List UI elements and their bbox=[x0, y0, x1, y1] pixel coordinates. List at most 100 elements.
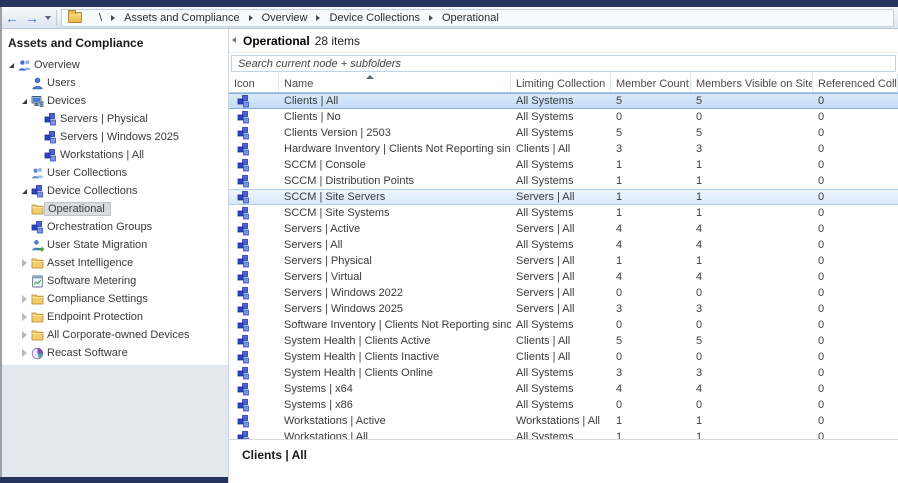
table-row[interactable]: SCCM | Distribution PointsAll Systems110 bbox=[229, 173, 898, 189]
sidebar-item-operational[interactable]: Operational bbox=[2, 200, 228, 218]
table-row[interactable]: Systems | x64All Systems440 bbox=[229, 381, 898, 397]
table-row[interactable]: SCCM | Site SystemsAll Systems110 bbox=[229, 205, 898, 221]
tree-expanded-icon[interactable] bbox=[22, 189, 27, 194]
sidebar-item-compliance-settings[interactable]: Compliance Settings bbox=[2, 290, 228, 308]
sidebar-item-software-metering[interactable]: Software Metering bbox=[2, 272, 228, 290]
sidebar-item-device-collections[interactable]: Device Collections bbox=[2, 182, 228, 200]
folder-icon bbox=[31, 293, 44, 306]
sidebar-item-endpoint-protection[interactable]: Endpoint Protection bbox=[2, 308, 228, 326]
sidebar-item-servers-windows-2025[interactable]: Servers | Windows 2025 bbox=[2, 128, 228, 146]
breadcrumb-items: \ Assets and Compliance OverviewDevice Col… bbox=[90, 12, 508, 24]
cell-referenced-collections: 0 bbox=[813, 335, 898, 347]
breadcrumb-item[interactable]: \ bbox=[90, 12, 111, 24]
tree-collapsed-icon[interactable] bbox=[22, 295, 27, 303]
sidebar-item-recast-software[interactable]: Recast Software bbox=[2, 344, 228, 362]
breadcrumb-item[interactable]: Operational bbox=[433, 12, 508, 24]
cell-limiting-collection: All Systems bbox=[511, 111, 611, 123]
table-row[interactable]: Servers | VirtualServers | All440 bbox=[229, 269, 898, 285]
table-row[interactable]: Software Inventory | Clients Not Reporti… bbox=[229, 317, 898, 333]
cell-name: System Health | Clients Online bbox=[279, 367, 511, 379]
cell-name: Systems | x86 bbox=[279, 399, 511, 411]
cell-name: SCCM | Console bbox=[279, 159, 511, 171]
collection-icon bbox=[237, 223, 250, 236]
table-row[interactable]: Servers | Windows 2025Servers | All330 bbox=[229, 301, 898, 317]
collapse-pane-icon[interactable] bbox=[232, 37, 236, 43]
navigation-tree: OverviewUsersDevicesServers | PhysicalSe… bbox=[2, 56, 228, 362]
column-header-member-count[interactable]: Member Count bbox=[611, 74, 691, 92]
node-title: Operational bbox=[243, 34, 310, 48]
table-row[interactable]: System Health | Clients ActiveClients | … bbox=[229, 333, 898, 349]
cell-referenced-collections: 0 bbox=[813, 127, 898, 139]
breadcrumb-item[interactable]: Device Collections bbox=[320, 12, 428, 24]
table-row[interactable]: Systems | x86All Systems000 bbox=[229, 397, 898, 413]
sidebar-item-asset-intelligence[interactable]: Asset Intelligence bbox=[2, 254, 228, 272]
table-row[interactable]: Clients | NoAll Systems000 bbox=[229, 109, 898, 125]
sidebar-item-overview[interactable]: Overview bbox=[2, 56, 228, 74]
cell-referenced-collections: 0 bbox=[813, 207, 898, 219]
sidebar-item-label: Operational bbox=[44, 202, 111, 216]
tree-collapsed-icon[interactable] bbox=[22, 259, 27, 267]
sidebar-item-all-corporate-owned-devices[interactable]: All Corporate-owned Devices bbox=[2, 326, 228, 344]
column-header-members-visible-on-site[interactable]: Members Visible on Site bbox=[691, 74, 813, 92]
tree-collapsed-icon[interactable] bbox=[22, 313, 27, 321]
user-collections-icon bbox=[31, 167, 44, 180]
tree-expanded-icon[interactable] bbox=[22, 99, 27, 104]
table-row[interactable]: Servers | PhysicalServers | All110 bbox=[229, 253, 898, 269]
forward-button[interactable]: → bbox=[22, 9, 42, 27]
column-header-name[interactable]: Name bbox=[279, 74, 511, 92]
row-icon-cell bbox=[229, 287, 279, 300]
cell-referenced-collections: 0 bbox=[813, 303, 898, 315]
history-dropdown-button[interactable] bbox=[42, 9, 54, 27]
cell-members-visible: 1 bbox=[691, 415, 813, 427]
column-header-limiting-collection[interactable]: Limiting Collection bbox=[511, 74, 611, 92]
collection-icon bbox=[237, 239, 250, 252]
collection-list: Clients | AllAll Systems550Clients | NoA… bbox=[229, 93, 898, 457]
cell-limiting-collection: All Systems bbox=[511, 159, 611, 171]
sidebar-item-label: Endpoint Protection bbox=[44, 310, 148, 324]
cell-referenced-collections: 0 bbox=[813, 159, 898, 171]
cell-members-visible: 1 bbox=[691, 159, 813, 171]
cell-members-visible: 5 bbox=[691, 95, 813, 107]
cell-name: Software Inventory | Clients Not Reporti… bbox=[279, 319, 511, 331]
table-row[interactable]: Workstations | ActiveWorkstations | All1… bbox=[229, 413, 898, 429]
column-header-referenced-collections[interactable]: Referenced Collections bbox=[813, 74, 898, 92]
cell-name: Servers | All bbox=[279, 239, 511, 251]
cell-members-visible: 4 bbox=[691, 239, 813, 251]
table-row[interactable]: Clients Version | 2503All Systems550 bbox=[229, 125, 898, 141]
devices-icon bbox=[31, 95, 44, 108]
cell-members-visible: 1 bbox=[691, 191, 813, 203]
table-row[interactable]: SCCM | ConsoleAll Systems110 bbox=[229, 157, 898, 173]
column-header-icon[interactable]: Icon bbox=[229, 74, 279, 92]
sidebar-item-users[interactable]: Users bbox=[2, 74, 228, 92]
table-row[interactable]: System Health | Clients OnlineAll System… bbox=[229, 365, 898, 381]
collection-icon bbox=[237, 111, 250, 124]
tree-expanded-icon[interactable] bbox=[9, 63, 14, 68]
table-row[interactable]: Hardware Inventory | Clients Not Reporti… bbox=[229, 141, 898, 157]
breadcrumb-item[interactable]: Assets and Compliance bbox=[115, 12, 249, 24]
table-row[interactable]: Clients | AllAll Systems550 bbox=[229, 93, 898, 109]
sidebar-item-user-collections[interactable]: User Collections bbox=[2, 164, 228, 182]
tree-collapsed-icon[interactable] bbox=[22, 349, 27, 357]
search-input[interactable] bbox=[231, 55, 896, 72]
breadcrumb-item[interactable]: Overview bbox=[253, 12, 317, 24]
workspace-title: Assets and Compliance bbox=[2, 29, 228, 56]
back-button[interactable]: ← bbox=[2, 9, 22, 27]
tree-collapsed-icon[interactable] bbox=[22, 331, 27, 339]
sidebar-item-servers-physical[interactable]: Servers | Physical bbox=[2, 110, 228, 128]
sidebar-item-user-state-migration[interactable]: User State Migration bbox=[2, 236, 228, 254]
table-row[interactable]: SCCM | Site ServersServers | All110 bbox=[229, 189, 898, 205]
cell-members-visible: 0 bbox=[691, 111, 813, 123]
collection-icon bbox=[237, 143, 250, 156]
sidebar-item-devices[interactable]: Devices bbox=[2, 92, 228, 110]
sidebar-item-label: Asset Intelligence bbox=[44, 256, 138, 270]
table-row[interactable]: Servers | AllAll Systems440 bbox=[229, 237, 898, 253]
row-icon-cell bbox=[229, 255, 279, 268]
cell-member-count: 5 bbox=[611, 335, 691, 347]
sidebar-item-workstations-all[interactable]: Workstations | All bbox=[2, 146, 228, 164]
table-row[interactable]: System Health | Clients InactiveClients … bbox=[229, 349, 898, 365]
cell-referenced-collections: 0 bbox=[813, 175, 898, 187]
table-row[interactable]: Servers | ActiveServers | All440 bbox=[229, 221, 898, 237]
cell-limiting-collection: Servers | All bbox=[511, 271, 611, 283]
sidebar-item-orchestration-groups[interactable]: Orchestration Groups bbox=[2, 218, 228, 236]
table-row[interactable]: Servers | Windows 2022Servers | All000 bbox=[229, 285, 898, 301]
